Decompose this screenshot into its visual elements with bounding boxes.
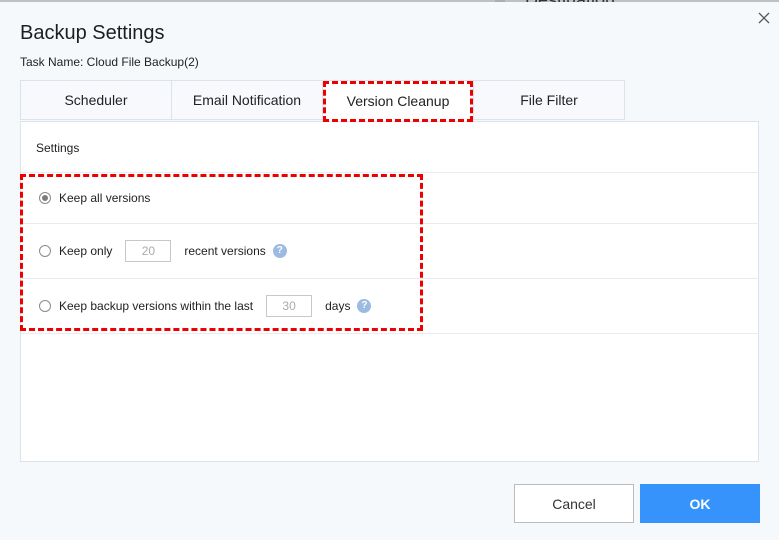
- keep-all-versions-option[interactable]: Keep all versions: [39, 191, 150, 205]
- settings-header-row: Settings: [21, 122, 758, 173]
- option-row-keep-days: Keep backup versions within the last day…: [21, 279, 758, 334]
- dialog-title: Backup Settings: [20, 22, 165, 44]
- ok-button[interactable]: OK: [640, 484, 760, 523]
- version-cleanup-panel: Settings Keep all versions Keep only rec…: [20, 121, 759, 462]
- keep-only-radio[interactable]: [39, 245, 51, 257]
- recent-versions-label: recent versions: [184, 244, 266, 258]
- keep-within-days-label: Keep backup versions within the last: [59, 299, 254, 313]
- tab-file-filter[interactable]: File Filter: [473, 80, 625, 120]
- close-button[interactable]: [756, 10, 772, 26]
- background-window-element: [495, 0, 505, 2]
- close-icon: [758, 12, 770, 24]
- keep-within-days-option: Keep backup versions within the last day…: [39, 295, 372, 317]
- days-label: days: [325, 299, 351, 313]
- keep-within-days-radio[interactable]: [39, 300, 51, 312]
- question-icon[interactable]: ?: [357, 299, 372, 313]
- question-icon[interactable]: ?: [272, 244, 287, 258]
- recent-versions-count-input[interactable]: [125, 240, 172, 262]
- days-count-input[interactable]: [266, 295, 313, 317]
- tab-scheduler[interactable]: Scheduler: [20, 80, 171, 120]
- option-row-keep-all: Keep all versions: [21, 173, 758, 224]
- option-row-keep-only: Keep only recent versions ?: [21, 224, 758, 279]
- settings-label: Settings: [36, 141, 80, 155]
- background-window-strip: [0, 0, 779, 2]
- keep-all-versions-radio[interactable]: [39, 192, 51, 204]
- tab-email-notification[interactable]: Email Notification: [171, 80, 322, 120]
- tab-version-cleanup[interactable]: Version Cleanup: [322, 80, 473, 121]
- cancel-button[interactable]: Cancel: [514, 484, 634, 523]
- keep-only-option: Keep only recent versions ?: [39, 240, 287, 262]
- keep-only-label: Keep only: [59, 244, 113, 258]
- keep-all-versions-label: Keep all versions: [59, 191, 151, 205]
- task-name: Task Name: Cloud File Backup(2): [20, 55, 199, 69]
- background-window-text: Destination: [525, 0, 615, 2]
- tab-bar: Scheduler Email Notification Version Cle…: [20, 80, 625, 121]
